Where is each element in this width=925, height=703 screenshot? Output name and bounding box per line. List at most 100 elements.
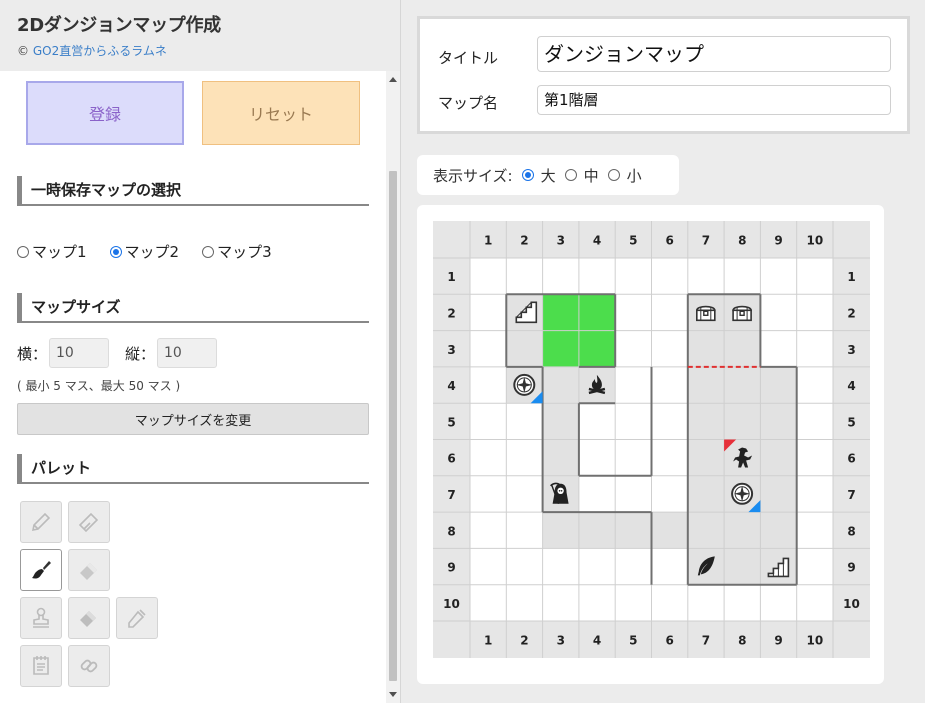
col-header-top: 10 [806,234,823,248]
map-size-heading: マップサイズ [17,293,369,323]
display-size-large[interactable]: 大 [521,165,556,186]
row-header-left: 7 [447,488,455,502]
temp-save-option-2[interactable]: マップ2 [109,241,180,262]
floor-cell [615,512,652,549]
scroll-down-arrow-icon[interactable] [389,692,397,697]
radio-map2[interactable] [109,245,122,258]
col-header-bottom: 6 [665,634,673,648]
floor-cell [542,439,579,476]
compass-icon [731,482,754,505]
credit-link[interactable]: GO2直営からふるラムネ [33,44,167,58]
temp-save-option-3[interactable]: マップ3 [202,241,272,262]
col-header-bottom: 5 [629,634,637,648]
row-header-left: 10 [443,597,460,611]
col-header-bottom: 9 [774,634,782,648]
radio-label: マップ1 [32,243,87,261]
floor-cell [542,403,579,440]
floor-cell [687,330,725,367]
floor-cell [687,475,725,513]
app-header: 2Dダンジョンマップ作成 © GO2直営からふるラムネ [0,0,400,71]
row-header-left: 8 [447,524,455,538]
radio-label: マップ3 [217,243,272,261]
floor-cell [724,403,761,440]
row-header-right: 8 [847,524,855,538]
dungeon-map[interactable]: 1 1 2 2 3 3 4 4 5 5 6 6 7 7 8 8 9 9 10 10 1 1 2 2 3 3 4 4 5 5 6 6 7 7 8 8 9 9… [417,205,884,684]
row-header-left: 2 [447,306,455,320]
row-header-right: 5 [847,415,855,429]
display-size-medium[interactable]: 中 [564,165,599,186]
pencil-icon [31,512,51,532]
col-header-top: 5 [629,234,637,248]
floor-cell [724,366,761,404]
radio-label: マップ2 [124,243,180,261]
eraser-outline-icon [78,512,99,533]
chest-icon [695,305,716,322]
display-size-selector: 表示サイズ: 大 中 小 [417,155,679,195]
row-header-right: 7 [847,488,855,502]
radio-map1[interactable] [17,245,29,258]
green-cell [542,294,579,331]
floor-cell [760,512,797,549]
reset-button[interactable]: リセット [202,81,360,145]
mapname-input[interactable]: 第1階層 [537,85,891,115]
row-header-left: 3 [447,343,455,357]
stamp-tool[interactable] [20,597,62,639]
row-header-left: 6 [447,452,455,466]
floor-cell [724,512,761,549]
width-input[interactable]: 10 [49,338,109,368]
col-header-bottom: 2 [520,634,528,648]
floor-cell [724,548,761,585]
scroll-thumb[interactable] [389,171,397,681]
radio-label: 小 [626,166,642,185]
palette-heading: パレット [17,454,369,484]
radio-label: 大 [540,166,556,185]
col-header-top: 6 [665,234,673,248]
notepad-tool[interactable] [20,645,62,687]
paint-brush-tool[interactable] [20,549,62,591]
display-size-small[interactable]: 小 [607,165,642,186]
col-header-top: 9 [774,234,782,248]
floor-cell [542,366,579,404]
height-input[interactable]: 10 [157,338,217,368]
map-card: 1 1 2 2 3 3 4 4 5 5 6 6 7 7 8 8 9 9 10 10 1 1 2 2 3 3 4 4 5 5 6 6 7 7 8 8 9 9… [417,205,884,684]
row-header-right: 1 [847,270,855,284]
col-header-top: 1 [484,234,492,248]
col-header-bottom: 3 [557,634,565,648]
row-header-right: 6 [847,452,855,466]
temp-save-option-1[interactable]: マップ1 [17,241,87,262]
radio-small[interactable] [607,169,620,181]
size-note: ( 最小 5 マス、最大 50 マス ) [17,379,181,393]
app-title: 2Dダンジョンマップ作成 [17,15,221,36]
floor-cell [506,330,543,367]
title-input[interactable]: ダンジョンマップ [537,36,891,72]
row-header-left: 1 [447,270,455,284]
green-cell [542,330,579,367]
floor-cell [687,403,725,440]
eraser-tool[interactable] [68,549,110,591]
temp-save-heading: 一時保存マップの選択 [17,176,369,206]
scrollbar[interactable] [386,71,400,703]
paint-brush-icon [32,561,51,579]
chest-icon [732,305,752,322]
radio-map3[interactable] [202,245,215,258]
col-header-top: 3 [557,234,565,248]
eraser-outline-tool[interactable] [68,501,110,543]
eyedropper-tool[interactable] [116,597,158,639]
floor-cell [760,475,797,513]
col-header-top: 8 [738,234,746,248]
radio-large[interactable] [521,169,534,181]
register-button[interactable]: 登録 [26,81,184,145]
row-header-right: 9 [847,561,855,575]
link-tool[interactable] [68,645,110,687]
radio-medium[interactable] [564,169,577,181]
pencil-tool[interactable] [20,501,62,543]
stamp-icon [33,607,49,628]
col-header-bottom: 7 [702,634,710,648]
right-panel: タイトル ダンジョンマップ マップ名 第1階層 表示サイズ: 大 中 小 1 1 2… [401,0,925,703]
left-panel: 2Dダンジョンマップ作成 © GO2直営からふるラムネ 登録 リセット 一時保存… [0,0,401,703]
change-size-button[interactable]: マップサイズを変更 [17,403,369,435]
scroll-up-arrow-icon[interactable] [389,77,397,82]
floor-cell [578,512,616,549]
eraser-solid-tool[interactable] [68,597,110,639]
col-header-top: 7 [702,234,710,248]
